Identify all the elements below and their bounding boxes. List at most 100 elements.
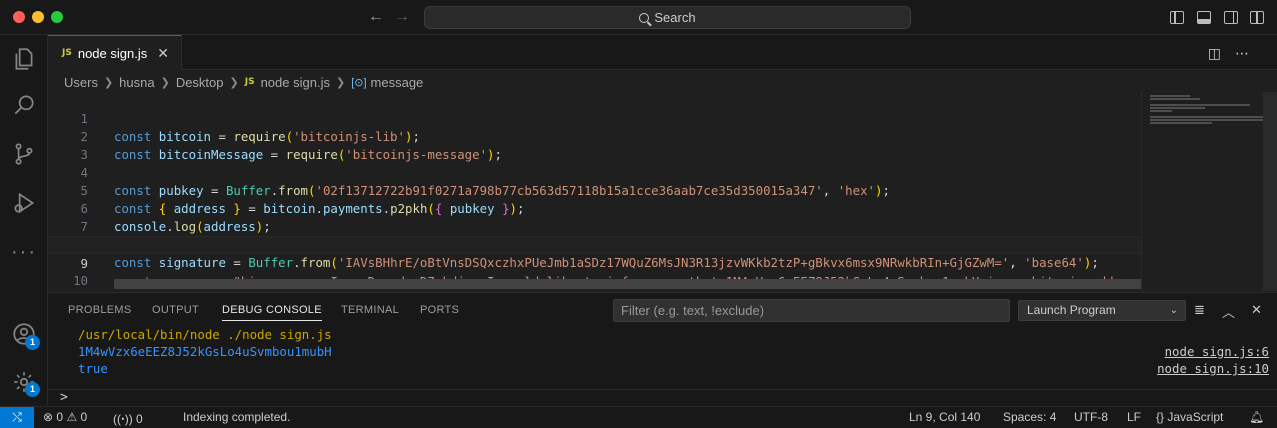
close-panel-icon[interactable]: ✕ [1251,302,1262,318]
console-output-line: true [78,361,108,376]
source-control-icon[interactable] [0,132,48,176]
breadcrumb-item-husna[interactable]: husna [119,75,154,90]
toggle-primary-sidebar-icon[interactable] [1170,11,1184,24]
minimap-line [1150,107,1205,109]
minimap[interactable] [1141,92,1277,291]
search-label: Search [654,10,696,25]
code-line[interactable]: 10 console.log(bitcoinMessage.verify(mes… [48,254,1141,306]
language-mode[interactable]: {} JavaScript [1156,410,1223,424]
tab-problems[interactable]: PROBLEMS [68,304,132,316]
ports-count: 0 [136,412,143,426]
code-line-active[interactable]: 9 const message = "hi everyone I am Daga… [48,236,1166,289]
close-tab-icon[interactable]: ✕ [157,45,169,62]
ports-status[interactable]: ((ꞏ)) 0 [113,410,143,427]
console-output-line: /usr/local/bin/node ./node sign.js [78,327,332,342]
tab-debug-console[interactable]: DEBUG CONSOLE [222,304,322,321]
activity-bar: ··· 1 1 [0,35,48,406]
minimap-line [1150,98,1200,100]
problems-status[interactable]: ⊗ 0 ⚠ 0 [43,410,87,424]
launch-config-value: Launch Program [1027,303,1116,317]
more-actions-icon[interactable]: ⋯ [1235,45,1263,61]
code-line[interactable]: 5 const { address } = bitcoin.payments.p… [48,164,1141,216]
minimap-line [1150,119,1265,121]
code-line[interactable]: 7 [48,200,1141,234]
maximize-panel-icon[interactable]: ︿ [1222,302,1235,321]
source-link[interactable]: node sign.js:6 [1165,344,1269,359]
accounts-icon[interactable] [0,312,48,356]
vertical-scrollbar[interactable] [1263,92,1277,291]
code-editor[interactable]: 1 const bitcoin = require('bitcoinjs-lib… [48,92,1166,306]
minimap-line [1150,95,1190,97]
code-line[interactable]: 4 const pubkey = Buffer.from('02f1371272… [48,146,1141,198]
breadcrumb-item-file[interactable]: node sign.js [261,75,330,90]
bottom-panel: PROBLEMS OUTPUT DEBUG CONSOLE TERMINAL P… [48,292,1277,406]
back-arrow-icon[interactable]: ← [368,8,384,26]
toggle-secondary-sidebar-icon[interactable] [1224,11,1238,24]
status-message: Indexing completed. [183,410,291,424]
split-editor-icon[interactable]: ◫ [1208,45,1235,61]
chevron-right-icon: ❯ [229,76,239,89]
javascript-file-icon: JS [244,77,255,87]
chevron-down-icon: ⌄ [1169,305,1178,316]
remote-indicator-icon[interactable]: ⤭ [0,407,34,428]
encoding[interactable]: UTF-8 [1074,410,1108,424]
search-icon [639,13,650,23]
minimap-line [1150,104,1250,106]
language-label: JavaScript [1167,410,1224,424]
manage-badge: 1 [25,382,40,397]
chevron-right-icon: ❯ [160,76,170,89]
code-line[interactable]: 8 const signature = Buffer.from('IAVsBHh… [48,218,1141,270]
breadcrumb: Users ❯ husna ❯ Desktop ❯ JS node sign.j… [64,72,423,92]
code-line[interactable]: 3 [48,128,1141,162]
close-window-button[interactable] [13,11,25,23]
console-filter-input[interactable]: Filter (e.g. text, !exclude) [613,299,1010,322]
tab-ports[interactable]: PORTS [420,304,459,316]
minimize-window-button[interactable] [32,11,44,23]
clear-console-icon[interactable]: ≣ [1194,302,1205,318]
horizontal-scrollbar[interactable] [114,279,1141,289]
error-count: 0 [56,410,64,424]
launch-config-select[interactable]: Launch Program ⌄ [1018,300,1186,321]
code-line[interactable]: 2 const bitcoinMessage = require('bitcoi… [48,110,1141,162]
accounts-badge: 1 [25,335,40,350]
console-input[interactable]: > [48,389,1277,407]
error-icon: ⊗ [43,410,54,424]
tab-node-sign-js[interactable]: JS node sign.js ✕ [48,35,182,70]
explorer-icon[interactable] [0,37,48,81]
prompt-chevron-icon: > [60,390,68,405]
search-sidebar-icon[interactable] [0,83,48,127]
breadcrumb-item-desktop[interactable]: Desktop [176,75,224,90]
run-debug-icon[interactable] [0,181,48,225]
minimap-line [1150,122,1212,124]
line-number: 10 [73,273,88,288]
indentation[interactable]: Spaces: 4 [1003,410,1056,424]
breadcrumb-item-symbol[interactable]: message [371,75,424,90]
editor-tab-bar: JS node sign.js ✕ ◫⋯ [48,35,1277,70]
minimap-line [1150,110,1172,112]
broadcast-icon: ((ꞏ)) [113,412,133,426]
minimap-line [1150,116,1265,118]
console-output-line: 1M4wVzx6eEEZ8J52kGsLo4uSvmbou1mubH [78,344,332,359]
more-views-icon[interactable]: ··· [0,230,48,274]
cursor-position[interactable]: Ln 9, Col 140 [909,410,980,424]
braces-icon: {} [1156,410,1165,424]
chevron-right-icon: ❯ [103,76,114,89]
status-bar: ⤭ ⊗ 0 ⚠ 0 ((ꞏ)) 0 Indexing completed. Ln… [0,406,1277,428]
tab-terminal[interactable]: TERMINAL [341,304,399,316]
variable-symbol-icon: [⊙] [351,76,367,89]
code-line[interactable]: 1 const bitcoin = require('bitcoinjs-lib… [48,92,1141,144]
end-of-line[interactable]: LF [1127,410,1141,424]
command-center-search[interactable]: Search [424,6,911,29]
maximize-window-button[interactable] [51,11,63,23]
forward-arrow-icon[interactable]: → [394,8,410,26]
tab-output[interactable]: OUTPUT [152,304,199,316]
breadcrumb-item-users[interactable]: Users [64,75,98,90]
manage-gear-icon[interactable] [0,360,48,404]
tab-label: node sign.js [77,45,148,61]
notifications-bell-icon[interactable]: 🔔︎ [1249,410,1264,424]
source-link[interactable]: node sign.js:10 [1157,361,1269,376]
warning-icon: ⚠ [66,410,78,424]
toggle-panel-icon[interactable] [1197,11,1211,24]
customize-layout-icon[interactable] [1250,11,1264,24]
code-line[interactable]: 6 console.log(address); [48,182,1141,234]
